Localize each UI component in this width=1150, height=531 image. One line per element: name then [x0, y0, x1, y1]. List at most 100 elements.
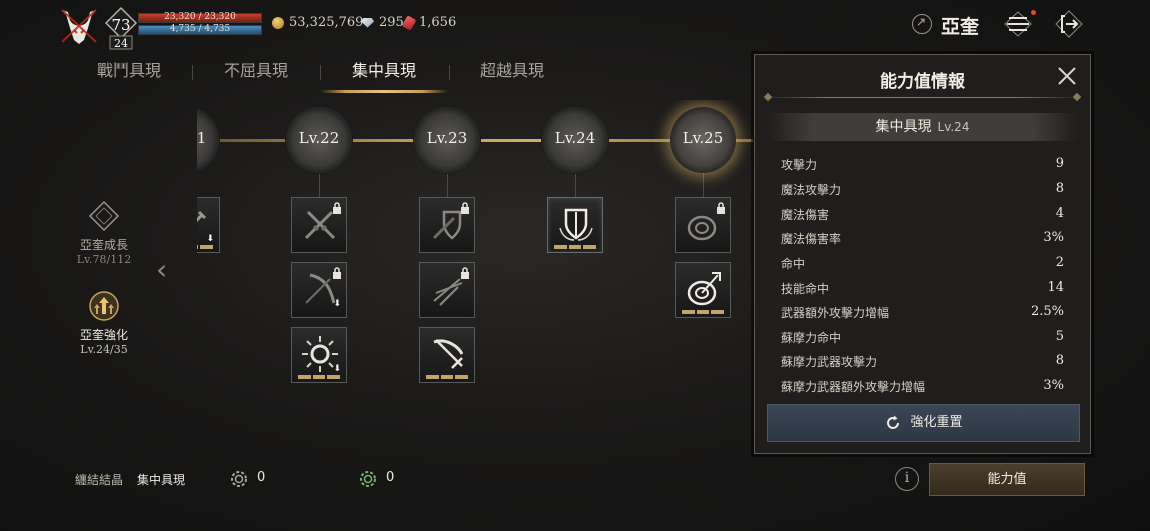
stat-row: 蘇摩力武器額外攻擊力增幅 3%: [781, 378, 1064, 398]
skill-slot[interactable]: [419, 262, 475, 318]
lock-icon: [461, 267, 469, 279]
stat-value: 9: [1055, 156, 1064, 171]
connector-line: [447, 173, 448, 197]
stat-row: 技能命中 14: [781, 280, 1064, 300]
mp-bar: 4,735 / 4,735: [138, 24, 262, 35]
green-crystal-gear-icon: [360, 471, 376, 487]
stat-row: 蘇摩力命中 5: [781, 329, 1064, 349]
skill-pips: [682, 310, 725, 314]
info-button[interactable]: i: [895, 467, 919, 491]
tab-indomitable[interactable]: 不屈具現: [207, 60, 305, 92]
gem-currency: 295: [361, 15, 404, 30]
skill-slot[interactable]: [675, 262, 731, 318]
sidebar-item-growth[interactable]: 亞奎成長 Lv.78/112: [70, 200, 138, 266]
stat-row: 魔法攻擊力 8: [781, 181, 1064, 201]
sidebar-growth-level: Lv.78/112: [76, 253, 132, 266]
exit-icon[interactable]: [1054, 9, 1084, 39]
skill-slot[interactable]: [547, 197, 603, 253]
player-level: 73: [111, 16, 131, 34]
tab-transcend[interactable]: 超越具現: [463, 60, 561, 92]
stat-name: 魔法傷害: [781, 208, 830, 222]
skill-slot[interactable]: [291, 197, 347, 253]
hp-text: 23,320 / 23,320: [164, 12, 236, 22]
stat-row: 命中 2: [781, 255, 1064, 275]
menu-icon[interactable]: [1003, 10, 1033, 38]
reset-button-label: 強化重置: [910, 415, 963, 430]
skill-slot[interactable]: [675, 197, 731, 253]
refresh-icon: [887, 415, 900, 429]
skill-slot[interactable]: ⬇: [291, 327, 347, 383]
tab-separator: [320, 65, 321, 80]
crystal-count-2: 0: [386, 470, 395, 485]
node-label: Lv.24: [554, 129, 596, 147]
stat-row: 攻擊力 9: [781, 156, 1064, 176]
growth-icon: [88, 200, 120, 232]
skill-slot[interactable]: ⬇: [291, 262, 347, 318]
skill-pips: [426, 375, 469, 379]
crystal-type: 集中具現: [137, 473, 186, 487]
lock-icon: [333, 202, 341, 214]
down-arrow-icon: ⬇: [333, 364, 341, 374]
scroll-left-arrow-icon[interactable]: ‹: [156, 256, 167, 284]
sidebar-item-enhance[interactable]: 亞奎強化 Lv.24/35: [70, 290, 138, 356]
location-name[interactable]: 亞奎: [941, 12, 979, 39]
stat-row: 蘇摩力武器攻擊力 8: [781, 353, 1064, 373]
node-label: Lv.21: [197, 129, 207, 147]
panel-title: 能力值情報: [880, 72, 965, 92]
shield-icon: [559, 208, 593, 241]
gem-icon: [361, 17, 374, 28]
crystal-label: 纏結結晶: [75, 473, 124, 487]
stat-name: 命中: [781, 257, 806, 271]
red-amount: 1,656: [419, 15, 457, 30]
stat-value: 4: [1055, 206, 1064, 221]
lock-icon: [461, 202, 469, 214]
enhance-icon: [88, 290, 120, 322]
level-node-25[interactable]: Lv.25: [670, 107, 736, 173]
connector-line: [703, 173, 704, 197]
stat-name: 魔法攻擊力: [781, 183, 842, 197]
notification-dot: [1031, 10, 1036, 15]
tab-separator: [449, 65, 450, 80]
stat-value: 2.5%: [1030, 304, 1064, 319]
panel-divider: [765, 97, 1080, 98]
stat-value: 2: [1055, 255, 1064, 270]
node-label: Lv.23: [426, 129, 468, 147]
location-icon[interactable]: [912, 14, 932, 34]
stat-name: 蘇摩力武器攻擊力: [781, 355, 878, 369]
stat-value: 3%: [1043, 378, 1064, 393]
connector-line: [575, 173, 576, 197]
reset-enhancement-button[interactable]: 強化重置: [767, 404, 1080, 442]
skill-slot[interactable]: [419, 197, 475, 253]
lock-icon: [717, 202, 725, 214]
stat-row: 魔法傷害 4: [781, 206, 1064, 226]
divider-ornament: [763, 92, 773, 102]
skill-slot[interactable]: ⬇: [197, 197, 220, 253]
crystal-count-1: 0: [257, 470, 266, 485]
tab-separator: [192, 65, 193, 80]
player-level-badge[interactable]: 73 24: [104, 6, 138, 50]
level-node-24[interactable]: Lv.24: [542, 107, 608, 173]
skill-slot[interactable]: [419, 327, 475, 383]
sidebar-growth-label: 亞奎成長: [79, 238, 128, 252]
stats-button[interactable]: 能力值: [929, 463, 1085, 496]
mp-text: 4,735 / 4,735: [169, 24, 231, 34]
stat-name: 魔法傷害率: [781, 232, 842, 246]
level-node-22[interactable]: Lv.22: [286, 107, 352, 173]
tab-combat[interactable]: 戰鬥具現: [80, 60, 178, 92]
enhancement-track[interactable]: Lv.21 Lv.22 Lv.23 Lv.24 Lv.25 ⬇ ⬇: [197, 100, 753, 400]
stat-value: 8: [1055, 181, 1064, 196]
crystal-gear-icon: [231, 471, 247, 487]
hp-bar: 23,320 / 23,320: [138, 12, 262, 23]
level-node-23[interactable]: Lv.23: [414, 107, 480, 173]
sidebar-enhance-level: Lv.24/35: [80, 343, 128, 356]
close-icon[interactable]: [1056, 65, 1078, 87]
tab-focus[interactable]: 集中具現: [335, 60, 433, 92]
stat-value: 8: [1055, 353, 1064, 368]
class-emblem-icon[interactable]: [58, 6, 100, 46]
stat-value: 5: [1055, 329, 1064, 344]
skill-pips: [298, 375, 341, 379]
stat-value: 14: [1047, 280, 1064, 295]
gold-amount: 53,325,769: [289, 15, 364, 30]
level-node-21[interactable]: Lv.21: [197, 107, 219, 173]
lock-icon: [333, 267, 341, 279]
